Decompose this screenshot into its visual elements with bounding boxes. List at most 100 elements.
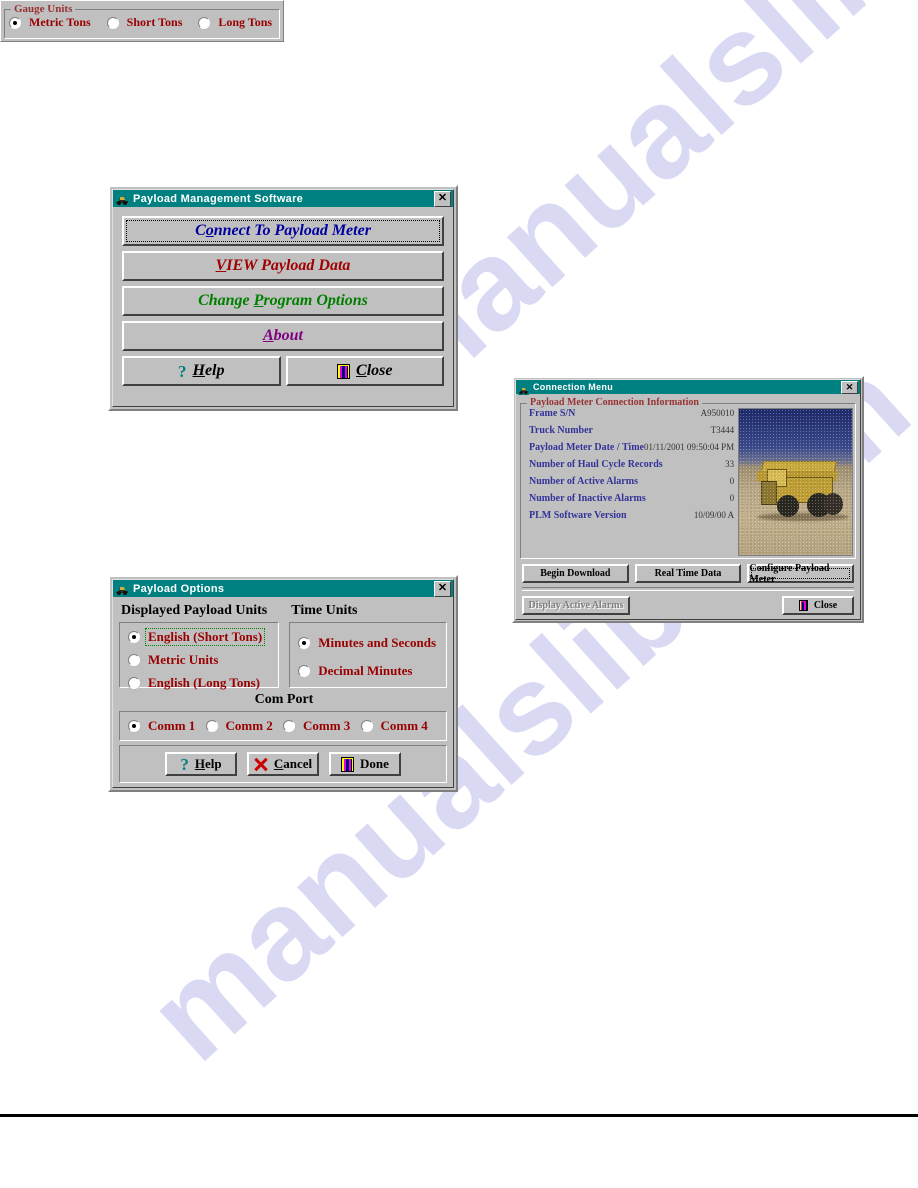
- info-label: Number of Active Alarms: [529, 476, 638, 487]
- radio-comm-1[interactable]: Comm 1: [128, 718, 206, 734]
- radio-label: Comm 2: [225, 718, 273, 733]
- connect-to-payload-meter-button[interactable]: Connect To Payload Meter: [122, 216, 444, 246]
- close-icon[interactable]: ✕: [841, 380, 858, 394]
- info-row: Number of Inactive Alarms 0: [529, 493, 734, 506]
- configure-payload-meter-label: Configure Payload Meter: [749, 562, 830, 585]
- close-icon[interactable]: ✕: [434, 190, 451, 207]
- begin-download-button[interactable]: Begin Download: [522, 564, 629, 583]
- radio-label: Short Tons: [126, 15, 183, 29]
- com-port-radio-group: Comm 1 Comm 2 Comm 3 Comm 4: [119, 711, 447, 741]
- options-cancel-button[interactable]: Cancel: [247, 752, 319, 776]
- about-button[interactable]: About: [122, 321, 444, 351]
- com-port-label: Com Port: [254, 692, 314, 707]
- radio-indicator: [128, 720, 140, 732]
- connection-window-titlebar: Connection Menu ✕: [516, 380, 860, 395]
- view-payload-data-label: VIEW Payload Data: [215, 257, 351, 274]
- radio-label: Minutes and Seconds: [318, 635, 436, 650]
- radio-short-tons[interactable]: Short Tons: [106, 15, 185, 30]
- radio-label: Long Tons: [218, 15, 273, 29]
- radio-long-tons[interactable]: Long Tons: [198, 15, 274, 30]
- gauge-units-group-title: Gauge Units: [11, 3, 76, 15]
- configure-payload-meter-button[interactable]: Configure Payload Meter: [747, 562, 855, 585]
- red-x-icon: [254, 757, 268, 772]
- info-value: 0: [729, 493, 735, 503]
- time-units-radio-group: Minutes and Seconds Decimal Minutes: [289, 622, 447, 688]
- main-window-footer-row: ? Help Close: [122, 356, 444, 386]
- options-cancel-label: Cancel: [273, 756, 313, 771]
- view-payload-data-button[interactable]: VIEW Payload Data: [122, 251, 444, 281]
- connection-close-button[interactable]: Close: [782, 596, 854, 615]
- radio-metric-tons[interactable]: Metric Tons: [9, 15, 93, 30]
- info-label: Number of Haul Cycle Records: [529, 459, 663, 470]
- options-done-label: Done: [360, 756, 389, 771]
- payload-options-window: Payload Options ✕ Displayed Payload Unit…: [108, 575, 458, 792]
- info-label: Frame S/N: [529, 408, 576, 419]
- radio-indicator: [298, 637, 311, 649]
- help-button[interactable]: ? Help: [122, 356, 281, 386]
- info-value: T3444: [710, 425, 735, 435]
- main-window-title: Payload Management Software: [133, 192, 304, 205]
- radio-label: Comm 3: [303, 718, 351, 733]
- radio-english-short-tons[interactable]: English (Short Tons): [128, 628, 270, 646]
- info-value: 10/09/00 A: [693, 510, 735, 520]
- haul-truck-photo: [738, 408, 853, 556]
- radio-indicator: [128, 654, 140, 666]
- radio-indicator: [198, 16, 211, 29]
- info-label: Truck Number: [529, 425, 593, 436]
- radio-indicator: [283, 720, 295, 732]
- radio-decimal-minutes[interactable]: Decimal Minutes: [298, 663, 438, 679]
- close-button[interactable]: Close: [285, 356, 444, 386]
- radio-indicator: [360, 720, 373, 732]
- radio-indicator: [106, 16, 119, 29]
- exit-door-icon: [798, 600, 808, 611]
- options-done-button[interactable]: Done: [329, 752, 401, 776]
- connection-close-label: Close: [813, 600, 838, 611]
- info-label: Payload Meter Date / Time: [529, 442, 644, 453]
- info-value: 33: [725, 459, 735, 469]
- info-value: 01/11/2001 09:50:04 PM: [643, 442, 735, 452]
- main-window-body: Connect To Payload Meter VIEW Payload Da…: [113, 207, 453, 386]
- question-mark-icon: ?: [180, 754, 189, 774]
- connect-to-payload-meter-label: Connect To Payload Meter: [195, 222, 371, 239]
- connection-footer-buttons: Display Active Alarms Close: [520, 591, 856, 615]
- display-active-alarms-button[interactable]: Display Active Alarms: [522, 596, 630, 615]
- time-units-group: Time Units Minutes and Seconds Decimal M…: [289, 601, 447, 688]
- connection-action-buttons: Begin Download Real Time Data Configure …: [520, 559, 856, 585]
- options-help-button[interactable]: ? Help: [165, 752, 237, 776]
- options-help-label: Help: [194, 756, 222, 771]
- real-time-data-label: Real Time Data: [654, 568, 722, 579]
- page-horizontal-rule: [0, 1114, 918, 1117]
- gauge-units-panel: Gauge Units Metric Tons Short Tons Long …: [0, 0, 284, 42]
- real-time-data-button[interactable]: Real Time Data: [634, 564, 742, 583]
- connection-menu-window: Connection Menu ✕ Payload Meter Connecti…: [512, 376, 864, 623]
- info-row: PLM Software Version 10/09/00 A: [529, 510, 734, 523]
- info-value: 0: [729, 476, 735, 486]
- radio-indicator: [128, 677, 140, 689]
- close-icon[interactable]: ✕: [434, 580, 451, 597]
- options-window-body: Displayed Payload Units English (Short T…: [113, 597, 453, 783]
- radio-comm-3[interactable]: Comm 3: [283, 718, 361, 734]
- radio-english-long-tons[interactable]: English (Long Tons): [128, 675, 270, 691]
- info-row: Truck Number T3444: [529, 425, 734, 438]
- change-program-options-label: Change Program Options: [198, 292, 368, 309]
- change-program-options-button[interactable]: Change Program Options: [122, 286, 444, 316]
- radio-label: English (Short Tons): [144, 628, 266, 646]
- options-window-titlebar: Payload Options ✕: [113, 580, 453, 597]
- radio-indicator: [128, 631, 140, 643]
- displayed-payload-units-label: Displayed Payload Units: [121, 603, 268, 618]
- exit-door-icon: [337, 363, 351, 379]
- radio-comm-2[interactable]: Comm 2: [205, 718, 284, 734]
- options-window-title: Payload Options: [133, 582, 225, 595]
- radio-comm-4[interactable]: Comm 4: [360, 718, 439, 734]
- radio-label: Comm 4: [380, 718, 428, 733]
- display-active-alarms-label: Display Active Alarms: [528, 600, 624, 611]
- info-label: PLM Software Version: [529, 510, 627, 521]
- payload-meter-connection-information-group: Payload Meter Connection Information Fra…: [520, 397, 856, 559]
- connection-window-body: Payload Meter Connection Information Fra…: [516, 394, 860, 615]
- radio-label: English (Long Tons): [148, 675, 261, 690]
- app-truck-icon: [115, 191, 129, 206]
- app-truck-icon: [518, 382, 529, 395]
- app-truck-icon: [115, 581, 129, 596]
- radio-metric-units[interactable]: Metric Units: [128, 652, 270, 668]
- radio-minutes-and-seconds[interactable]: Minutes and Seconds: [298, 635, 438, 651]
